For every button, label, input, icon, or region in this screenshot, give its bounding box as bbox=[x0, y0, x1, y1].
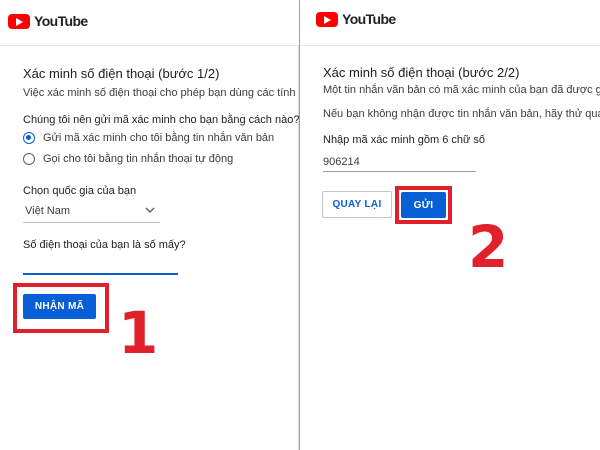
step-number-1: 1 bbox=[118, 299, 159, 367]
youtube-logo[interactable]: YouTube bbox=[316, 11, 396, 27]
option-text-message[interactable]: Gửi mã xác minh cho tôi bằng tin nhắn vă… bbox=[23, 132, 274, 144]
step2-panel: YouTube Xác minh số điện thoại (bước 2/2… bbox=[300, 0, 600, 450]
option-voice-call[interactable]: Gọi cho tôi bằng tin nhắn thoại tự động bbox=[23, 153, 233, 165]
option-label: Gửi mã xác minh cho tôi bằng tin nhắn vă… bbox=[43, 132, 275, 144]
youtube-wordmark: YouTube bbox=[342, 11, 396, 27]
phone-input-underline bbox=[23, 273, 178, 275]
description-text: Việc xác minh số điện thoại cho phép bạn… bbox=[23, 87, 299, 99]
verification-card: Xác minh số điện thoại (bước 2/2) Một ti… bbox=[300, 46, 600, 450]
hint-text: Nếu bạn không nhận được tin nhắn văn bản… bbox=[323, 108, 600, 120]
radio-button-selected[interactable] bbox=[23, 132, 35, 144]
step1-panel: YouTube Xác minh số điện thoại (bước 1/2… bbox=[0, 0, 299, 450]
header-bar: YouTube bbox=[0, 0, 299, 46]
verification-card: Xác minh số điện thoại (bước 1/2) Việc x… bbox=[0, 46, 299, 450]
description-text: Một tin nhắn văn bản có mã xác minh của … bbox=[323, 84, 600, 96]
back-button[interactable]: QUAY LẠI bbox=[322, 191, 392, 218]
header-bar: YouTube bbox=[300, 0, 600, 46]
phone-number-input[interactable] bbox=[23, 256, 178, 272]
radio-button[interactable] bbox=[23, 153, 35, 165]
country-select[interactable]: Việt Nam bbox=[23, 203, 160, 223]
send-button[interactable]: GỬI bbox=[401, 192, 446, 218]
code-label: Nhập mã xác minh gồm 6 chữ số bbox=[323, 134, 486, 146]
phone-label: Số điện thoại của bạn là số mấy? bbox=[23, 239, 186, 251]
option-label: Gọi cho tôi bằng tin nhắn thoại tự động bbox=[43, 153, 234, 165]
youtube-logo[interactable]: YouTube bbox=[8, 13, 88, 29]
country-label: Chọn quốc gia của bạn bbox=[23, 185, 137, 197]
page-title: Xác minh số điện thoại (bước 1/2) bbox=[23, 66, 220, 81]
step-number-2: 2 bbox=[468, 213, 509, 281]
page-title: Xác minh số điện thoại (bước 2/2) bbox=[323, 65, 520, 80]
youtube-play-icon bbox=[316, 11, 338, 27]
chevron-down-icon bbox=[145, 207, 155, 213]
method-question: Chúng tôi nên gửi mã xác minh cho bạn bằ… bbox=[23, 114, 299, 126]
get-code-button[interactable]: NHẬN MÃ bbox=[23, 294, 96, 319]
youtube-play-icon bbox=[8, 13, 30, 29]
verification-code-input[interactable]: 906214 bbox=[323, 156, 360, 168]
youtube-wordmark: YouTube bbox=[34, 13, 88, 29]
code-input-underline bbox=[323, 171, 476, 172]
country-value: Việt Nam bbox=[25, 205, 71, 217]
